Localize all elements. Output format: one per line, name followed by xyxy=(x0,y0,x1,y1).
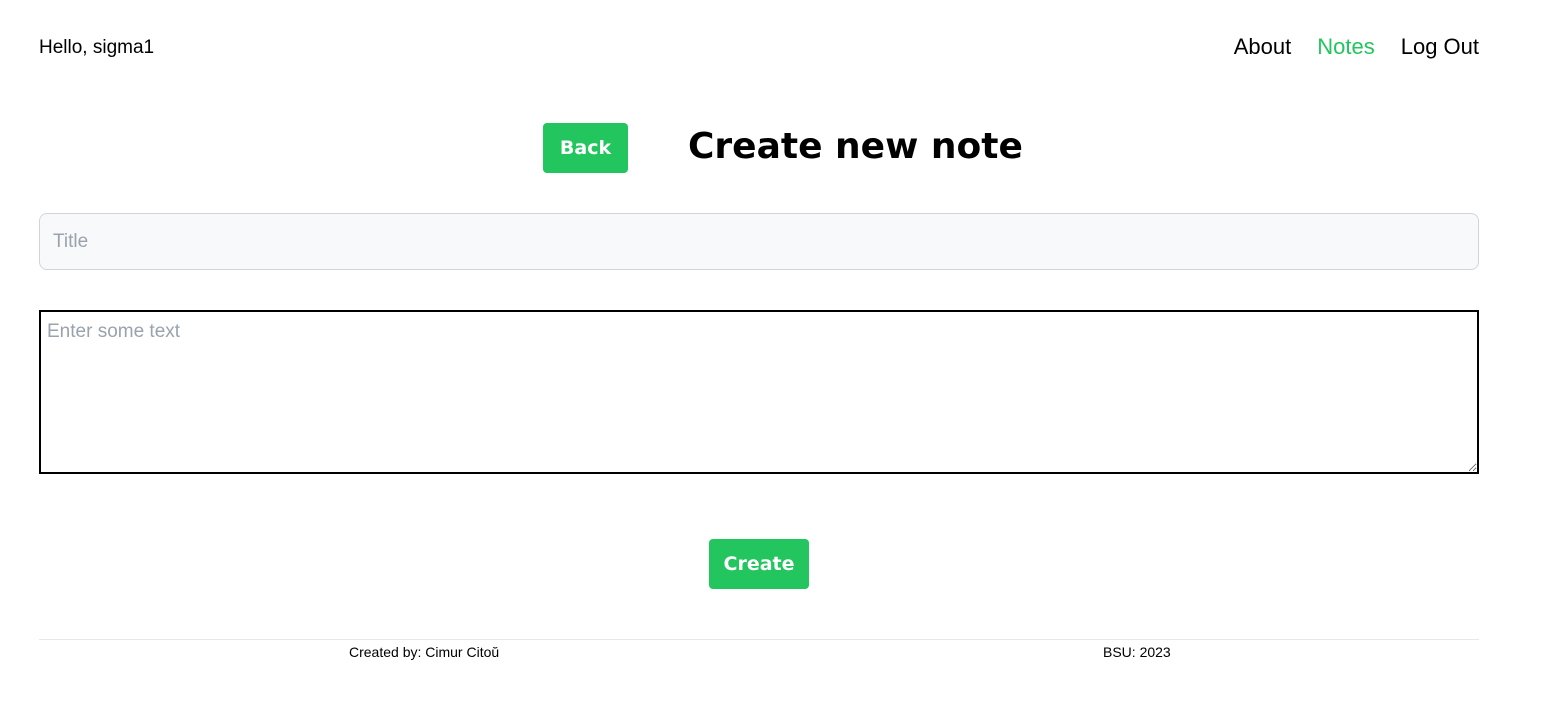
nav-logout-link[interactable]: Log Out xyxy=(1401,33,1479,61)
footer-org-year: BSU: 2023 xyxy=(1103,644,1171,660)
nav-notes-link[interactable]: Notes xyxy=(1317,33,1374,61)
nav-about-link[interactable]: About xyxy=(1234,33,1292,61)
create-button[interactable]: Create xyxy=(709,539,809,589)
page-title: Create new note xyxy=(688,126,1023,167)
title-input[interactable] xyxy=(39,213,1479,270)
top-nav: About Notes Log Out xyxy=(1234,33,1479,61)
footer-author: Created by: Cimur Citoŭ xyxy=(349,644,500,660)
user-greeting: Hello, sigma1 xyxy=(39,37,155,58)
page: Hello, sigma1 About Notes Log Out Back C… xyxy=(0,0,1541,712)
back-button[interactable]: Back xyxy=(543,123,628,173)
footer-divider xyxy=(39,639,1479,640)
note-text-area[interactable] xyxy=(39,310,1479,474)
